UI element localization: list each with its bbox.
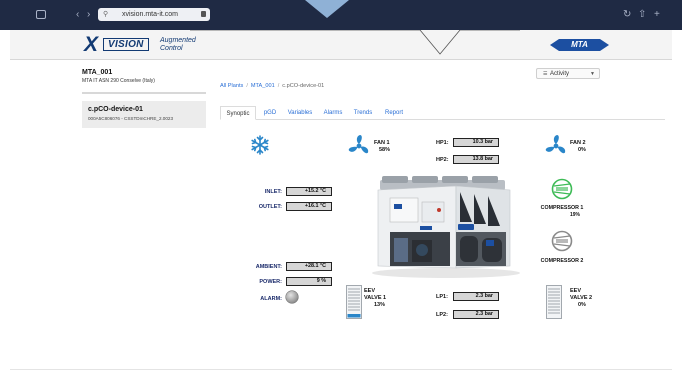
activity-label: Activity [550, 71, 570, 77]
lp2-value: 2.3 bar [453, 310, 499, 319]
reload-icon[interactable]: ↻ [623, 9, 631, 21]
logo-subtitle-2: Control [160, 45, 183, 52]
outlet-label: OUTLET: [258, 204, 282, 210]
compressor-2-icon [551, 230, 573, 252]
power-label: POWER: [259, 279, 282, 285]
compressor-1-label: COMPRESSOR 1 [540, 205, 584, 211]
unit-description: MTA IT ASN 290 Conselve (Italy) [82, 78, 155, 84]
breadcrumb-all-plants[interactable]: All Plants [220, 83, 243, 89]
fan-1-icon [348, 135, 369, 154]
search-icon: ⚲ [103, 11, 109, 18]
device-card[interactable]: c.pCO-device-01 000A5C806076 - CSSTDmCHR… [82, 101, 206, 128]
notch-decoration [305, 0, 349, 18]
device-name: c.pCO-device-01 [88, 106, 143, 113]
lp1-label: LP1: [436, 294, 448, 300]
eev-valve-2-value: 0% [578, 302, 586, 308]
fan-2-icon [545, 135, 566, 154]
tab-synoptic[interactable]: Synoptic [220, 106, 256, 120]
inlet-value: +15.2 °C [286, 187, 332, 196]
breadcrumb-device: c.pCO-device-01 [282, 83, 325, 89]
logo-x-mark: X [84, 33, 99, 56]
hp2-value: 13.8 bar [453, 155, 499, 164]
brand-label: MTA [559, 39, 600, 51]
tab-report[interactable]: Report [380, 106, 408, 120]
inlet-label: INLET: [264, 189, 282, 195]
tab-pgd[interactable]: pGD [258, 106, 282, 120]
fan-2-value: 0% [578, 147, 586, 153]
app-header: X VISION Augmented Control MTA [10, 30, 672, 60]
compressor-2-label: COMPRESSOR 2 [540, 258, 584, 264]
eev-valve-2-label-1: EEV [570, 288, 582, 294]
logo-subtitle: Augmented Control [160, 37, 220, 53]
compressor-1-icon [551, 178, 573, 200]
address-url: xvision.mta-it.com [122, 11, 179, 18]
activity-button[interactable]: ☰ Activity ▼ [536, 68, 600, 79]
tab-trends[interactable]: Trends [350, 106, 376, 120]
tab-alarms[interactable]: Alarms [319, 106, 347, 120]
lp2-label: LP2: [436, 312, 448, 318]
hp1-value: 10.3 bar [453, 138, 499, 147]
chiller-unit-image [372, 176, 520, 278]
alarm-indicator-icon [285, 290, 299, 304]
eev-valve-2-icon [546, 285, 562, 319]
back-icon[interactable]: ‹ [76, 9, 79, 21]
new-tab-icon[interactable]: + [654, 9, 660, 21]
browser-toolbar: ‹ › ⚲ xvision.mta-it.com ↻ ⇧ + [0, 0, 682, 30]
panel-divider [82, 92, 206, 94]
list-icon: ☰ [543, 71, 548, 77]
logo-arrow-right [600, 39, 609, 51]
breadcrumb-unit[interactable]: MTA_001 [251, 83, 275, 89]
lp1-value: 2.3 bar [453, 292, 499, 301]
fan-1-value: 58% [379, 147, 391, 153]
alarm-label: ALARM: [260, 296, 282, 302]
eev-valve-2-label-2: VALVE 2 [570, 295, 593, 301]
eev-valve-1-icon [346, 285, 362, 319]
logo-arrow-left [550, 39, 559, 51]
eev-valve-1-value: 13% [374, 302, 386, 308]
header-divider [190, 30, 520, 55]
sidebar-toggle-icon[interactable] [36, 10, 46, 19]
ambient-label: AMBIENT: [255, 264, 282, 270]
tab-variables[interactable]: Variables [284, 106, 316, 120]
fan-2-label: FAN 2 [570, 140, 586, 146]
outlet-value: +16.1 °C [286, 202, 332, 211]
logo-text: VISION [103, 38, 149, 51]
lock-icon [201, 11, 206, 17]
ambient-value: +28.1 °C [286, 262, 332, 271]
snowflake-icon [251, 135, 269, 155]
breadcrumb: All Plants / MTA_001/c.pCO-device-01 [220, 83, 324, 90]
device-description: 000A5C806076 - CSSTDmCHRE_2.0023 [88, 116, 174, 121]
screen: ‹ › ⚲ xvision.mta-it.com ↻ ⇧ + X VISION … [0, 0, 682, 370]
compressor-1-value: 19% [569, 212, 580, 218]
mta-logo: MTA [550, 37, 610, 53]
breadcrumb-separator: / [246, 83, 248, 89]
unit-name: MTA_001 [82, 69, 113, 76]
power-value: 9 % [286, 277, 332, 286]
address-bar[interactable]: ⚲ xvision.mta-it.com [98, 8, 210, 21]
tab-bar: Synoptic pGD Variables Alarms Trends Rep… [220, 106, 665, 120]
eev-valve-1-label-2: VALVE 1 [364, 295, 387, 301]
logo-subtitle-1: Augmented [160, 37, 196, 44]
eev-valve-1-label-1: EEV [364, 288, 376, 294]
forward-icon[interactable]: › [87, 9, 90, 21]
fan-1-label: FAN 1 [374, 140, 390, 146]
caret-down-icon: ▼ [590, 71, 595, 77]
share-icon[interactable]: ⇧ [638, 9, 646, 21]
hp1-label: HP1: [436, 140, 449, 146]
hp2-label: HP2: [436, 157, 449, 163]
